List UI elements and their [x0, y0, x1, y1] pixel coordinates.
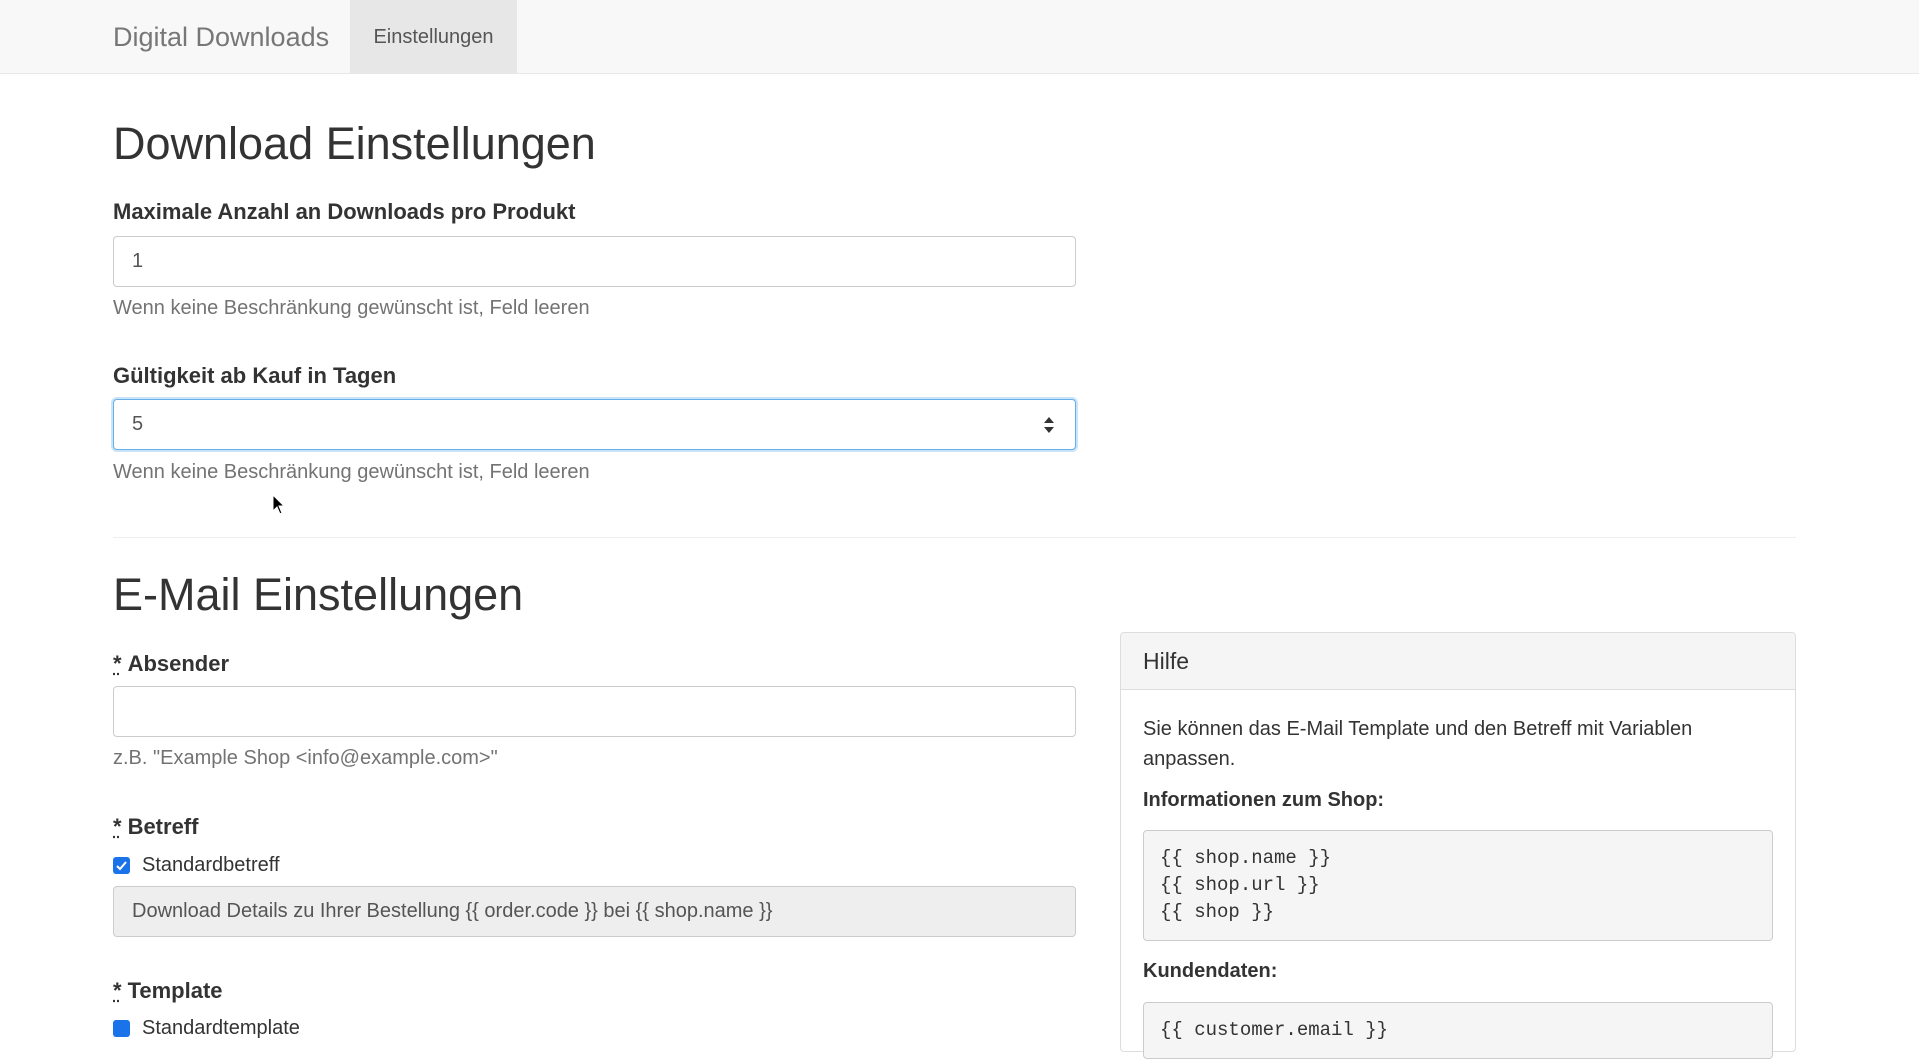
default-template-checkbox-row[interactable]: Standardtemplate [113, 1016, 300, 1040]
subject-label-text: Betreff [127, 814, 199, 839]
customer-data-heading: Kundendaten: [1143, 960, 1278, 982]
max-downloads-label: Maximale Anzahl an Downloads pro Produkt [113, 199, 576, 224]
validity-days-label: Gültigkeit ab Kauf in Tagen [113, 363, 397, 388]
validity-days-help: Wenn keine Beschränkung gewünscht ist, F… [113, 461, 590, 483]
default-template-checkbox[interactable] [113, 1019, 130, 1037]
subject-label: * Betreff [113, 814, 198, 840]
sender-label: * Absender [113, 651, 229, 677]
required-marker: * [113, 978, 122, 1003]
default-subject-checkbox-row[interactable]: Standardbetreff [113, 853, 280, 877]
navbar: Digital Downloads Einstellungen [0, 0, 1919, 74]
customer-vars-code: {{ customer.email }} [1143, 1002, 1773, 1059]
mouse-cursor-icon [272, 494, 286, 515]
shop-var-shop: {{ shop }} [1160, 901, 1275, 923]
subject-input[interactable]: Download Details zu Ihrer Bestellung {{ … [113, 886, 1076, 937]
shop-vars-code: {{ shop.name }} {{ shop.url }} {{ shop }… [1143, 830, 1773, 941]
help-panel-title: Hilfe [1121, 633, 1795, 690]
checkmark-icon [116, 860, 127, 870]
sender-label-text: Absender [127, 651, 230, 676]
number-spinner-icon[interactable] [1043, 416, 1055, 434]
download-section-title: Download Einstellungen [113, 118, 596, 169]
template-label: * Template [113, 978, 223, 1004]
shop-info-heading: Informationen zum Shop: [1143, 789, 1385, 811]
tab-einstellungen[interactable]: Einstellungen [350, 0, 517, 74]
shop-var-url: {{ shop.url }} [1160, 874, 1320, 896]
brand-link[interactable]: Digital Downloads [113, 0, 329, 74]
required-marker: * [113, 651, 122, 676]
sender-help: z.B. "Example Shop <info@example.com>" [113, 747, 498, 769]
required-marker: * [113, 814, 122, 839]
sender-input[interactable] [113, 686, 1076, 737]
max-downloads-input[interactable]: 1 [113, 236, 1076, 287]
shop-var-name: {{ shop.name }} [1160, 847, 1332, 869]
customer-var-email: {{ customer.email }} [1160, 1019, 1389, 1041]
help-intro: Sie können das E-Mail Template und den B… [1143, 718, 1693, 770]
email-section-title: E-Mail Einstellungen [113, 569, 524, 620]
validity-days-input[interactable]: 5 [113, 399, 1076, 450]
default-template-checkbox-label: Standardtemplate [142, 1016, 300, 1039]
help-panel: Hilfe Sie können das E-Mail Template und… [1120, 632, 1796, 1059]
validity-days-value: 5 [132, 413, 144, 435]
template-label-text: Template [127, 978, 223, 1003]
max-downloads-help: Wenn keine Beschränkung gewünscht ist, F… [113, 297, 590, 319]
default-subject-checkbox[interactable] [113, 856, 130, 874]
section-divider [113, 537, 1796, 538]
default-subject-checkbox-label: Standardbetreff [142, 853, 280, 876]
